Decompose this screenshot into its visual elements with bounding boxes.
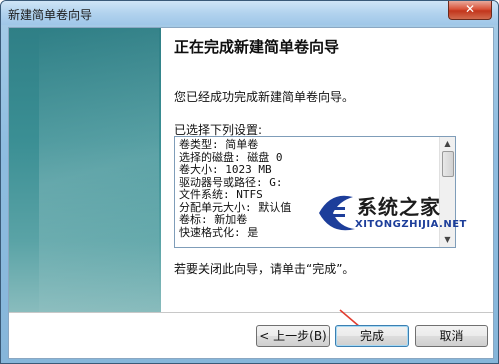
watermark-bar-icon: [331, 214, 345, 217]
back-button[interactable]: < 上一步(B): [256, 325, 330, 347]
finish-button[interactable]: 完成: [335, 325, 409, 347]
scroll-up-arrow-icon[interactable]: ▲: [440, 137, 455, 151]
title-bar[interactable]: 新建简单卷向导 ✕: [1, 1, 498, 25]
cancel-button[interactable]: 取消: [415, 325, 488, 347]
button-divider: [9, 312, 493, 313]
completion-message: 您已经成功完成新建简单卷向导。: [174, 90, 355, 104]
scroll-thumb[interactable]: [442, 151, 454, 177]
settings-item: 卷标: 新加卷: [179, 213, 248, 226]
page-title: 正在完成新建简单卷向导: [174, 38, 340, 56]
settings-item: 卷类型: 简单卷: [179, 138, 259, 151]
window-title: 新建简单卷向导: [8, 8, 93, 22]
wizard-side-banner: [9, 28, 161, 312]
watermark-logo: [319, 195, 355, 231]
watermark-bar-icon: [331, 207, 345, 210]
wizard-window: 新建简单卷向导 ✕ 正在完成新建简单卷向导 您已经成功完成新建简单卷向导。 已选…: [0, 0, 499, 364]
watermark-swoosh-icon: [319, 195, 355, 231]
wizard-client-area: 正在完成新建简单卷向导 您已经成功完成新建简单卷向导。 已选择下列设置: 卷类型…: [8, 27, 494, 359]
settings-list: 卷类型: 简单卷 选择的磁盘: 磁盘 0 卷大小: 1023 MB 驱动器号或路…: [179, 138, 291, 239]
banner-decoration: [39, 28, 159, 312]
close-button[interactable]: ✕: [448, 1, 492, 20]
close-instruction: 若要关闭此向导，请单击“完成”。: [174, 262, 355, 276]
settings-item: 卷大小: 1023 MB: [179, 163, 272, 176]
settings-item: 快速格式化: 是: [179, 225, 259, 239]
settings-item: 文件系统: NTFS: [179, 188, 263, 201]
